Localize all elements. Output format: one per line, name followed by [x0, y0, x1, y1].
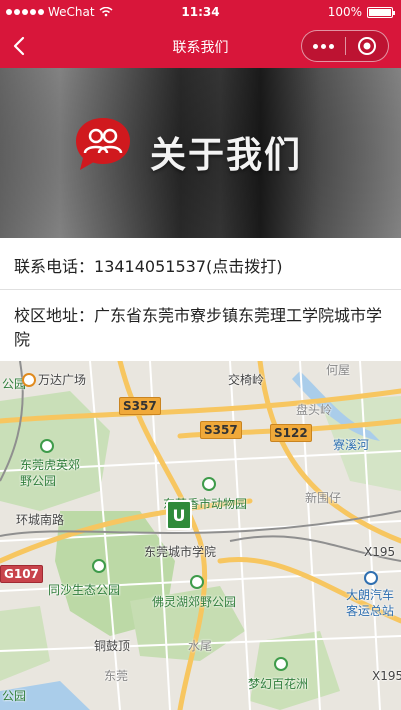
target-close-icon[interactable]: [346, 31, 388, 61]
map-label: 梦幻百花洲: [248, 677, 309, 691]
map-label: 环城南路: [16, 513, 65, 527]
battery-icon: [367, 6, 395, 18]
about-banner: 关于我们: [0, 68, 401, 238]
map-label: 东莞城市学院: [144, 545, 217, 559]
poi-icon: [202, 477, 216, 491]
road-shield: S122: [270, 424, 312, 442]
map-label: 佛灵湖郊野公园: [152, 595, 237, 609]
map-label: 东莞虎英郊野公园: [20, 458, 81, 488]
map-label: 交椅岭: [228, 373, 265, 387]
map-label: 万达广场: [38, 373, 87, 387]
road-shield: S357: [119, 397, 161, 415]
road-shield: G107: [0, 565, 43, 583]
status-bar: WeChat 11:34 100%: [0, 0, 401, 24]
map-label: 东莞: [104, 669, 129, 683]
map-base: [0, 361, 401, 710]
map-label: 大朗汽车客运总站: [346, 588, 395, 618]
map-label: 新围仔: [305, 491, 342, 505]
battery-percent: 100%: [327, 5, 362, 19]
poi-icon: [190, 575, 204, 589]
map-label: X195: [372, 669, 401, 683]
phone-number[interactable]: 13414051537: [94, 257, 206, 276]
address-row: 校区地址：广东省东莞市寮步镇东莞理工学院城市学院: [0, 291, 401, 361]
map-label: 铜鼓顶: [94, 639, 131, 653]
battery-group: 100%: [327, 5, 395, 19]
address-label: 校区地址：: [14, 306, 95, 325]
road-shield: S357: [200, 421, 242, 439]
poi-icon: [274, 657, 288, 671]
more-dots-icon[interactable]: [302, 31, 345, 61]
map-label: 同沙生态公园: [48, 583, 121, 597]
people-chat-icon: [72, 116, 134, 172]
phone-label: 联系电话：: [14, 257, 95, 276]
phone-row[interactable]: 联系电话：13414051537(点击拨打): [0, 238, 401, 290]
map-label: 何屋: [326, 363, 351, 377]
map-label: 寮溪河: [333, 438, 370, 452]
poi-icon: [40, 439, 54, 453]
map-label: X195: [364, 545, 396, 559]
campus-map[interactable]: 万达广场 交椅岭 何屋 盘头岭 寮溪河 东莞虎英郊野公园 东莞香市动物园 新围仔…: [0, 361, 401, 710]
phone-call-hint[interactable]: (点击拨打): [206, 257, 283, 276]
map-label: 公园: [2, 689, 27, 703]
mini-program-capsule: [301, 30, 389, 62]
banner-title: 关于我们: [150, 135, 303, 176]
location-marker-icon[interactable]: U: [166, 500, 192, 530]
map-label: 盘头岭: [296, 403, 333, 417]
poi-icon: [92, 559, 106, 573]
poi-icon: [22, 373, 36, 387]
poi-icon: [364, 571, 378, 585]
nav-bar: 联系我们: [0, 24, 401, 68]
map-label: 水尾: [188, 639, 213, 653]
